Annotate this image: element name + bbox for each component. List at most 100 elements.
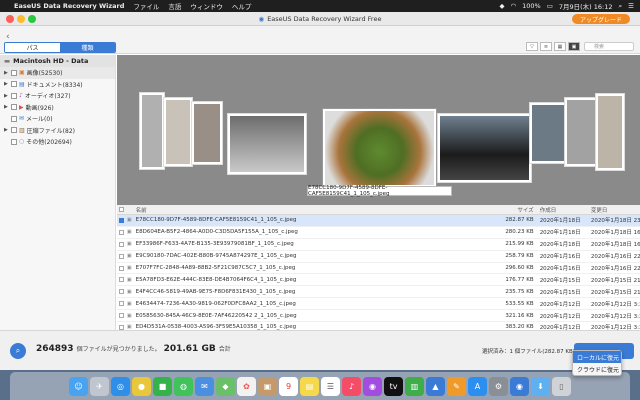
thumbnail[interactable] — [564, 97, 598, 167]
table-row[interactable]: ▣ E0585630-845A-46C9-8E0E-7AF46220542 2_1… — [117, 310, 640, 323]
dropbox-icon[interactable]: ◆ — [499, 2, 504, 10]
expand-arrow-icon[interactable]: ▶ — [4, 93, 11, 99]
sidebar-checkbox[interactable] — [11, 92, 17, 99]
notes-icon[interactable]: ▤ — [300, 376, 319, 396]
expand-arrow-icon[interactable]: ▶ — [4, 70, 11, 76]
row-checkbox[interactable] — [117, 253, 127, 259]
chrome-icon[interactable]: ● — [132, 376, 151, 396]
trash-icon[interactable]: ▯ — [552, 376, 571, 396]
safari-icon[interactable]: ◎ — [111, 376, 130, 396]
grid-view-icon[interactable]: ▦ — [554, 42, 566, 51]
music-icon[interactable]: ♪ — [342, 376, 361, 396]
row-checkbox[interactable] — [117, 217, 127, 223]
thumbnail[interactable] — [529, 102, 567, 164]
recover-cloud-option[interactable]: クラウドに復元 — [573, 363, 621, 375]
thumbnail[interactable] — [437, 113, 532, 183]
thumbnail-selected[interactable] — [322, 108, 437, 188]
column-name[interactable]: 名前 — [136, 206, 495, 214]
sidebar-item-images[interactable]: ▶ ▣ 画像(52530) — [0, 67, 115, 79]
row-checkbox[interactable] — [117, 241, 127, 247]
tab-type[interactable]: 種類 — [60, 43, 115, 52]
list-view-icon[interactable]: ≡ — [540, 42, 552, 51]
header-checkbox[interactable] — [117, 207, 127, 212]
menu-file[interactable]: ファイル — [133, 1, 159, 11]
table-row[interactable]: ▣ E4634474-7236-4A30-9819-062F0DFC8AA2_1_… — [117, 298, 640, 311]
sidebar-item-other[interactable]: ○ その他(202694) — [0, 136, 115, 148]
keynote-icon[interactable]: ▲ — [426, 376, 445, 396]
recover-local-option[interactable]: ローカルに復元 — [573, 351, 621, 363]
spotlight-icon[interactable]: ⌕ — [619, 2, 623, 11]
menu-language[interactable]: 言語 — [168, 1, 181, 11]
sidebar-checkbox[interactable] — [11, 104, 17, 111]
sidebar-checkbox[interactable] — [11, 115, 17, 122]
sidebar-checkbox[interactable] — [11, 127, 17, 134]
table-row[interactable]: ▣ E707F7FC-2848-4A89-88B2-5F21C987C5C7_1_… — [117, 263, 640, 275]
expand-arrow-icon[interactable]: ▶ — [4, 127, 11, 133]
filter-icon[interactable]: ▽ — [526, 42, 538, 51]
maps-icon[interactable]: ◆ — [216, 376, 235, 396]
battery-icon[interactable]: ▭ — [547, 2, 553, 10]
minimize-window-button[interactable] — [17, 15, 25, 23]
thumbnail[interactable] — [191, 101, 223, 165]
table-row[interactable]: ▣ E78CC180-9D7F-4589-8DFE-CAF5E8159C41_1_… — [117, 215, 640, 227]
row-checkbox[interactable] — [117, 229, 127, 235]
column-modified[interactable]: 変更日 — [587, 206, 640, 214]
sidebar-checkbox[interactable] — [11, 138, 17, 145]
system-preferences-icon[interactable]: ⚙ — [489, 376, 508, 396]
calendar-icon[interactable]: 9 — [279, 376, 298, 396]
table-row[interactable]: ▣ E4F4CC46-5819-49AB-9E75-F8D6F831E430_1_… — [117, 286, 640, 299]
search-input[interactable]: 検索 — [584, 42, 634, 51]
preview-view-icon[interactable]: ▣ — [568, 42, 580, 51]
mail-app-icon[interactable]: ✉ — [195, 376, 214, 396]
reminders-icon[interactable]: ☰ — [321, 376, 340, 396]
sidebar-item-documents[interactable]: ▶ ▤ ドキュメント(8334) — [0, 79, 115, 91]
upgrade-button[interactable]: アップグレード — [571, 14, 630, 24]
thumbnail[interactable] — [163, 97, 193, 167]
datetime[interactable]: 7月9日(木) 16:12 — [559, 1, 613, 11]
column-size[interactable]: サイズ — [494, 206, 533, 214]
facetime-icon[interactable]: ■ — [153, 376, 172, 396]
row-checkbox[interactable] — [117, 289, 127, 295]
table-row[interactable]: ▣ EF33986F-F633-4A7E-B135-3E93979081BF_1_… — [117, 239, 640, 251]
easeus-app-icon[interactable]: ◉ — [510, 376, 529, 396]
expand-arrow-icon[interactable]: ▶ — [4, 104, 11, 110]
table-row[interactable]: ▣ E9C90180-7DAC-402E-B80B-9745A874297E_1_… — [117, 251, 640, 263]
numbers-icon[interactable]: ▥ — [405, 376, 424, 396]
row-checkbox[interactable] — [117, 313, 127, 319]
contacts-icon[interactable]: ▣ — [258, 376, 277, 396]
tab-path[interactable]: パス — [5, 43, 60, 52]
sidebar-item-archives[interactable]: ▶ ▥ 圧縮ファイル(82) — [0, 125, 115, 137]
control-center-icon[interactable]: ☰ — [628, 2, 634, 10]
thumbnail[interactable] — [227, 113, 307, 175]
close-window-button[interactable] — [6, 15, 14, 23]
thumbnail[interactable] — [595, 93, 625, 171]
finder-icon[interactable]: ☺ — [69, 376, 88, 396]
zoom-window-button[interactable] — [28, 15, 36, 23]
wifi-icon[interactable]: ◠ — [510, 2, 516, 10]
expand-arrow-icon[interactable]: ▶ — [4, 81, 11, 87]
battery-text[interactable]: 100% — [522, 2, 541, 10]
downloads-folder-icon[interactable]: ⬇ — [531, 376, 550, 396]
row-checkbox[interactable] — [117, 277, 127, 283]
sidebar-item-mail[interactable]: ✉ メール(0) — [0, 113, 115, 125]
row-checkbox[interactable] — [117, 265, 127, 271]
scan-search-icon[interactable]: ⌕ — [10, 343, 26, 359]
row-checkbox[interactable] — [117, 301, 127, 307]
podcasts-icon[interactable]: ◉ — [363, 376, 382, 396]
app-store-icon[interactable]: A — [468, 376, 487, 396]
table-row[interactable]: ▣ E5A78FD3-E62E-444C-83E8-DE4B7064F6C4_1_… — [117, 274, 640, 287]
sidebar-root[interactable]: ▬ Macintosh HD - Data — [0, 55, 115, 67]
sidebar-checkbox[interactable] — [11, 81, 17, 88]
sidebar-item-video[interactable]: ▶ ▶ 動画(926) — [0, 102, 115, 114]
thumbnail[interactable] — [139, 92, 165, 170]
photos-icon[interactable]: ✿ — [237, 376, 256, 396]
back-arrow-icon[interactable]: ‹ — [6, 32, 10, 42]
sidebar-checkbox[interactable] — [11, 69, 17, 76]
launchpad-icon[interactable]: ✈ — [90, 376, 109, 396]
messages-icon[interactable]: ◍ — [174, 376, 193, 396]
pages-icon[interactable]: ✎ — [447, 376, 466, 396]
menu-window[interactable]: ウィンドウ — [190, 1, 223, 11]
sidebar-item-audio[interactable]: ▶ ♪ オーディオ(327) — [0, 90, 115, 102]
tv-icon[interactable]: tv — [384, 376, 403, 396]
table-row[interactable]: ▣ E8D604EA-B5F2-4864-A0D0-C3D5DA5F155A_1_… — [117, 227, 640, 239]
